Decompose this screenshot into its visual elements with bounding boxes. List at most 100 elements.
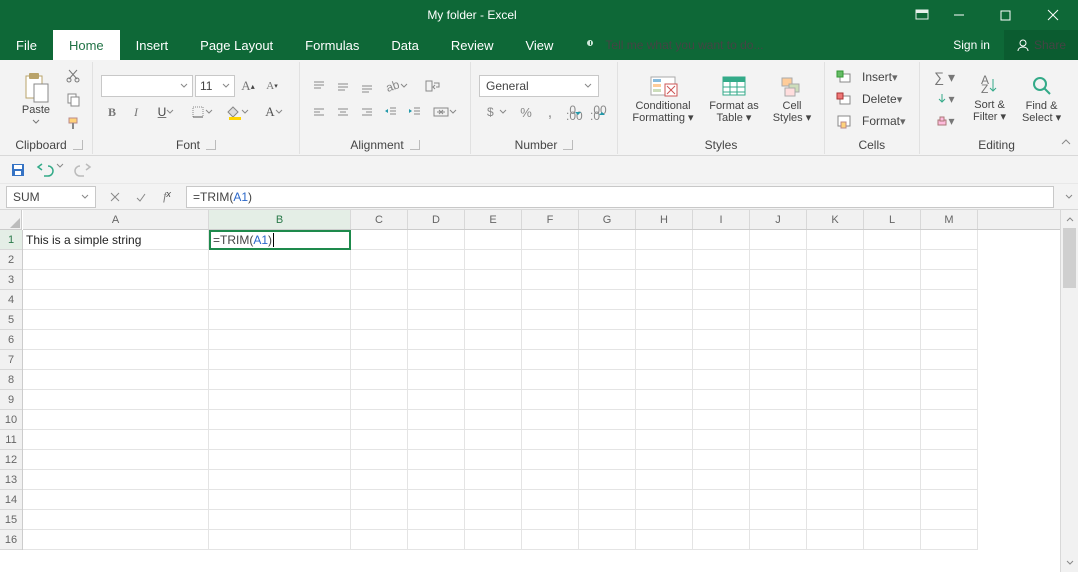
cell-F6[interactable] [522,330,579,350]
copy-button[interactable] [62,88,84,110]
cell-H8[interactable] [636,370,693,390]
tab-file[interactable]: File [0,30,53,60]
cell-C16[interactable] [351,530,408,550]
cell-C11[interactable] [351,430,408,450]
cell-B10[interactable] [209,410,351,430]
cell-L16[interactable] [864,530,921,550]
cell-G1[interactable] [579,230,636,250]
cell-M15[interactable] [921,510,978,530]
ribbon-display-options-icon[interactable] [908,0,936,30]
cell-G9[interactable] [579,390,636,410]
cell-B3[interactable] [209,270,351,290]
cell-B13[interactable] [209,470,351,490]
row-header-13[interactable]: 13 [0,470,22,490]
cell-F15[interactable] [522,510,579,530]
decrease-font-size-button[interactable]: A▾ [261,75,283,97]
cell-I12[interactable] [693,450,750,470]
cell-I8[interactable] [693,370,750,390]
row-header-14[interactable]: 14 [0,490,22,510]
increase-font-size-button[interactable]: A▴ [237,75,259,97]
row-header-15[interactable]: 15 [0,510,22,530]
decrease-decimal-button[interactable]: .00.0 [587,101,609,123]
bold-button[interactable]: B [101,101,123,123]
cell-G7[interactable] [579,350,636,370]
row-header-10[interactable]: 10 [0,410,22,430]
cell-F9[interactable] [522,390,579,410]
cell-K13[interactable] [807,470,864,490]
cell-I13[interactable] [693,470,750,490]
cell-E5[interactable] [465,310,522,330]
dialog-launcher-icon[interactable] [73,140,83,150]
cell-J6[interactable] [750,330,807,350]
cell-B16[interactable] [209,530,351,550]
italic-button[interactable]: I [125,101,147,123]
expand-formula-bar-button[interactable] [1060,192,1078,202]
cell-G8[interactable] [579,370,636,390]
dialog-launcher-icon[interactable] [563,140,573,150]
row-header-1[interactable]: 1 [0,230,22,250]
align-bottom-button[interactable] [356,75,378,97]
dialog-launcher-icon[interactable] [410,140,420,150]
cell-B9[interactable] [209,390,351,410]
save-button[interactable] [10,162,26,178]
cell-D4[interactable] [408,290,465,310]
cell-C14[interactable] [351,490,408,510]
cell-K14[interactable] [807,490,864,510]
row-header-4[interactable]: 4 [0,290,22,310]
column-header-M[interactable]: M [921,210,978,229]
cell-E2[interactable] [465,250,522,270]
format-painter-button[interactable] [62,112,84,134]
cell-F3[interactable] [522,270,579,290]
cell-H11[interactable] [636,430,693,450]
cell-F13[interactable] [522,470,579,490]
cell-D3[interactable] [408,270,465,290]
cell-H7[interactable] [636,350,693,370]
cell-A12[interactable] [23,450,209,470]
cell-B8[interactable] [209,370,351,390]
row-header-7[interactable]: 7 [0,350,22,370]
cell-E8[interactable] [465,370,522,390]
row-header-5[interactable]: 5 [0,310,22,330]
cell-C3[interactable] [351,270,408,290]
cell-F1[interactable] [522,230,579,250]
cell-I1[interactable] [693,230,750,250]
tab-page-layout[interactable]: Page Layout [184,30,289,60]
cell-B11[interactable] [209,430,351,450]
cell-L13[interactable] [864,470,921,490]
cell-G10[interactable] [579,410,636,430]
cell-E16[interactable] [465,530,522,550]
conditional-formatting-button[interactable]: ConditionalFormatting ▾ [626,66,700,132]
orientation-button[interactable]: ab [380,75,414,97]
cell-K7[interactable] [807,350,864,370]
cell-I11[interactable] [693,430,750,450]
column-header-E[interactable]: E [465,210,522,229]
cell-M1[interactable] [921,230,978,250]
column-header-G[interactable]: G [579,210,636,229]
cell-M12[interactable] [921,450,978,470]
column-header-L[interactable]: L [864,210,921,229]
cell-H16[interactable] [636,530,693,550]
cell-D6[interactable] [408,330,465,350]
cell-E6[interactable] [465,330,522,350]
align-top-button[interactable] [308,75,330,97]
cell-A13[interactable] [23,470,209,490]
cell-F12[interactable] [522,450,579,470]
cell-D2[interactable] [408,250,465,270]
undo-button[interactable] [36,162,64,178]
accounting-format-button[interactable]: $ [479,101,513,123]
cell-K1[interactable] [807,230,864,250]
cell-H3[interactable] [636,270,693,290]
autosum-button[interactable]: ∑ ▾ [928,66,962,88]
name-box[interactable]: SUM [6,186,96,208]
cell-L5[interactable] [864,310,921,330]
cell-E3[interactable] [465,270,522,290]
cell-E12[interactable] [465,450,522,470]
column-header-K[interactable]: K [807,210,864,229]
cell-M9[interactable] [921,390,978,410]
formula-input[interactable]: =TRIM(A1) [186,186,1054,208]
borders-button[interactable] [185,101,219,123]
cell-K6[interactable] [807,330,864,350]
cell-D15[interactable] [408,510,465,530]
cell-A4[interactable] [23,290,209,310]
cell-J16[interactable] [750,530,807,550]
